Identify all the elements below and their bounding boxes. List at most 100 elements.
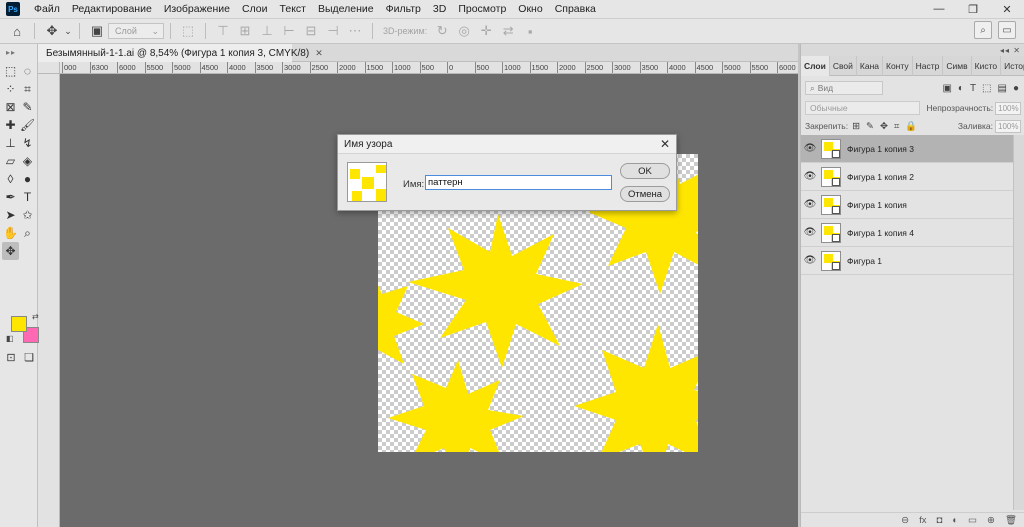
swap-colors-icon[interactable]: ⇄ xyxy=(32,312,39,321)
mask-icon[interactable]: ◘ xyxy=(936,515,942,526)
eye-icon[interactable]: 👁 xyxy=(801,171,819,182)
filter-shape-icon[interactable]: ⬚ xyxy=(982,83,991,94)
3d-roll-icon[interactable]: ◎ xyxy=(453,21,475,41)
align-left-icon[interactable]: ⊢ xyxy=(278,21,300,41)
pen-tool-icon[interactable]: ✒ xyxy=(2,188,19,206)
tab-character[interactable]: Симв xyxy=(943,56,972,76)
folder-icon[interactable]: ▭ xyxy=(968,515,977,526)
tab-channels[interactable]: Кана xyxy=(857,56,883,76)
foreground-color-swatch[interactable] xyxy=(11,316,27,332)
menu-filter[interactable]: Фильтр xyxy=(380,3,427,15)
filter-smart-icon[interactable]: ▤ xyxy=(998,83,1007,94)
screen-mode-icon[interactable]: ❏ xyxy=(22,350,36,364)
eye-icon[interactable]: 👁 xyxy=(801,199,819,210)
lock-artboard-icon[interactable]: ⌗ xyxy=(894,121,899,132)
3d-scale-icon[interactable]: ▪ xyxy=(519,21,541,41)
crop-tool-icon[interactable]: ⌗ xyxy=(19,80,36,98)
close-tab-icon[interactable]: ✕ xyxy=(315,48,323,59)
move-tool-icon[interactable]: ✥ xyxy=(41,21,63,41)
3d-rotate-icon[interactable]: ↻ xyxy=(431,21,453,41)
menu-type[interactable]: Текст xyxy=(274,3,312,15)
eye-icon[interactable]: 👁 xyxy=(801,227,819,238)
lock-position-icon[interactable]: ✥ xyxy=(880,121,888,132)
menu-layers[interactable]: Слои xyxy=(236,3,274,15)
object-select-icon[interactable]: ⁘ xyxy=(2,80,19,98)
menu-file[interactable]: Файл xyxy=(28,3,66,15)
panel-collapse-bar[interactable]: ◂◂ ✕ xyxy=(801,44,1024,56)
ok-button[interactable]: OK xyxy=(620,163,670,179)
menu-image[interactable]: Изображение xyxy=(158,3,236,15)
move-tool-active-icon[interactable]: ✥ xyxy=(2,242,19,260)
menu-3d[interactable]: 3D xyxy=(427,3,452,15)
3d-slide-icon[interactable]: ⇄ xyxy=(497,21,519,41)
edit-toolbar-icon[interactable] xyxy=(19,242,36,260)
workspace-icon[interactable]: ▭ xyxy=(998,21,1016,39)
layer-row[interactable]: 👁 Фигура 1 копия 3 xyxy=(801,135,1013,163)
align-bottom-icon[interactable]: ⊥ xyxy=(256,21,278,41)
healing-brush-icon[interactable]: ✚ xyxy=(2,116,19,134)
close-window-button[interactable]: ✕ xyxy=(990,0,1024,18)
fx-icon[interactable]: fx xyxy=(919,515,926,526)
home-icon[interactable]: ⌂ xyxy=(6,21,28,41)
type-tool-icon[interactable]: T xyxy=(19,188,36,206)
eyedropper-tool-icon[interactable]: ✎ xyxy=(19,98,36,116)
more-options-icon[interactable]: ⋯ xyxy=(344,21,366,41)
lock-all-icon[interactable]: 🔒 xyxy=(905,121,917,132)
tab-brushes[interactable]: Кисто xyxy=(972,56,1002,76)
pattern-name-input[interactable] xyxy=(425,175,612,190)
minimize-button[interactable]: — xyxy=(922,0,956,18)
transform-controls-icon[interactable]: ⬚ xyxy=(177,21,199,41)
document-tab[interactable]: Безымянный-1-1.ai @ 8,54% (Фигура 1 копи… xyxy=(38,44,323,62)
menu-select[interactable]: Выделение xyxy=(312,3,380,15)
menu-edit[interactable]: Редактирование xyxy=(66,3,158,15)
layer-row[interactable]: 👁 Фигура 1 xyxy=(801,247,1013,275)
lock-image-icon[interactable]: ✎ xyxy=(866,121,874,132)
align-vcenter-icon[interactable]: ⊞ xyxy=(234,21,256,41)
align-top-icon[interactable]: ⊤ xyxy=(212,21,234,41)
path-select-icon[interactable]: ➤ xyxy=(2,206,19,224)
menu-window[interactable]: Окно xyxy=(512,3,548,15)
align-right-icon[interactable]: ⊣ xyxy=(322,21,344,41)
filter-toggle-icon[interactable]: ● xyxy=(1013,83,1019,94)
fill-input[interactable]: 100% xyxy=(995,119,1021,133)
brush-tool-icon[interactable]: 🖌 xyxy=(19,116,36,134)
filter-pixel-icon[interactable]: ▣ xyxy=(942,83,951,94)
blur-tool-icon[interactable]: ◊ xyxy=(2,170,19,188)
align-hcenter-icon[interactable]: ⊟ xyxy=(300,21,322,41)
chevron-down-icon[interactable]: ⌄ xyxy=(63,21,73,41)
hand-tool-icon[interactable]: ✋ xyxy=(2,224,19,242)
trash-icon[interactable]: 🗑 xyxy=(1005,515,1017,526)
tab-layers[interactable]: Слои xyxy=(801,56,830,76)
layers-scrollbar[interactable] xyxy=(1013,135,1024,510)
adjustment-icon[interactable]: ◐ xyxy=(952,515,958,526)
maximize-button[interactable]: ❐ xyxy=(956,0,990,18)
menu-help[interactable]: Справка xyxy=(549,3,602,15)
eraser-tool-icon[interactable]: ▱ xyxy=(2,152,19,170)
filter-adjustment-icon[interactable]: ◐ xyxy=(958,83,964,94)
frame-tool-icon[interactable]: ⊠ xyxy=(2,98,19,116)
lasso-tool-icon[interactable]: ◌ xyxy=(19,62,36,80)
lock-transparent-icon[interactable]: ⊞ xyxy=(852,121,860,132)
layer-select-dropdown[interactable]: Слой xyxy=(108,23,164,39)
tab-paths[interactable]: Конту xyxy=(883,56,913,76)
shape-tool-icon[interactable]: ✩ xyxy=(19,206,36,224)
menu-view[interactable]: Просмотр xyxy=(452,3,512,15)
filter-kind-dropdown[interactable]: ⌕ Вид xyxy=(805,81,883,95)
blend-mode-dropdown[interactable]: Обычные xyxy=(805,101,921,115)
tab-history[interactable]: Истори xyxy=(1001,56,1024,76)
new-layer-icon[interactable]: ⊕ xyxy=(987,515,995,526)
dialog-close-icon[interactable]: ✕ xyxy=(660,137,670,151)
marquee-tool-icon[interactable]: ⬚ xyxy=(2,62,19,80)
search-icon[interactable]: ⌕ xyxy=(974,21,992,39)
zoom-tool-icon[interactable]: ⌕ xyxy=(19,224,36,242)
eye-icon[interactable]: 👁 xyxy=(801,143,819,154)
auto-select-icon[interactable]: ▣ xyxy=(86,21,108,41)
tab-adjustments[interactable]: Настр xyxy=(913,56,944,76)
filter-type-icon[interactable]: T xyxy=(970,83,976,94)
default-colors-icon[interactable]: ◧ xyxy=(6,334,14,343)
paint-bucket-icon[interactable]: ◈ xyxy=(19,152,36,170)
link-icon[interactable]: ⊖ xyxy=(901,515,909,526)
opacity-input[interactable]: 100% xyxy=(995,101,1021,115)
tab-properties[interactable]: Свой xyxy=(830,56,857,76)
history-brush-icon[interactable]: ↯ xyxy=(19,134,36,152)
